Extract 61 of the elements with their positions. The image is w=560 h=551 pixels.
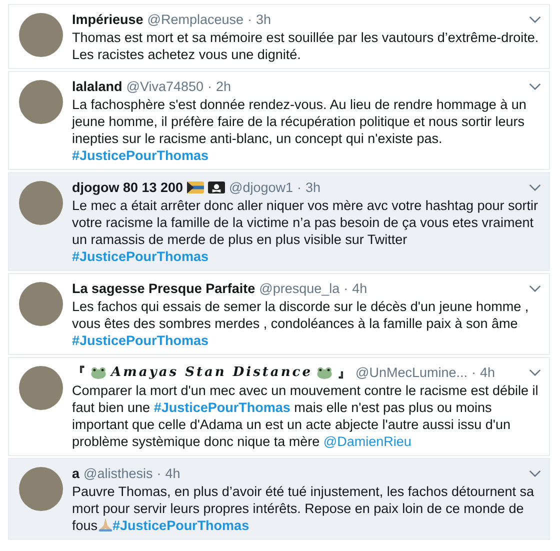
tweet-time[interactable]: 4h: [480, 364, 496, 381]
frog-icon: [316, 366, 334, 379]
avatar-photo-placeholder[interactable]: [19, 13, 63, 57]
chevron-down-icon[interactable]: [529, 470, 541, 477]
display-name[interactable]: 『: [72, 364, 86, 381]
separator-dot: ·: [208, 78, 212, 95]
display-name[interactable]: lalaland: [72, 78, 122, 95]
avatar-photo-placeholder[interactable]: [19, 80, 63, 124]
tweet-text: Le mec a était arrêter donc aller niquer vos mère avc votre hashtag pour sortir votre racisme la famille de la victime n’a pas besoin de ça vous etes vraiment un ramassis de merde de plus en plus visible sur Twitter #JusticePourThomas: [72, 197, 539, 265]
tweet-time[interactable]: 4h: [352, 280, 368, 297]
avatar-photo-placeholder[interactable]: [19, 181, 63, 225]
user-handle[interactable]: @alisthesis: [84, 465, 153, 482]
flag-icon: [187, 181, 204, 194]
mention-link[interactable]: @DamienRieu: [323, 434, 412, 449]
user-handle[interactable]: @Remplaceuse: [147, 11, 244, 28]
tweet-time[interactable]: 2h: [216, 78, 232, 95]
tweet-card[interactable]: [8, 172, 550, 271]
hashtag-link[interactable]: #JusticePourThomas: [72, 148, 209, 163]
tweet-card[interactable]: [8, 273, 550, 355]
display-name[interactable]: djogow 80 13 200: [72, 179, 184, 196]
avatar-photo-placeholder[interactable]: [19, 467, 63, 511]
tweet-time[interactable]: 3h: [256, 11, 272, 28]
separator-dot: ·: [344, 280, 348, 297]
tweet-card[interactable]: a @alisthesis · 4h Pauvre Thomas, en plus d’avoir été tué injustement, les fachos détournent sa mort pour servir leurs propres intérêts. Repose en paix loin de ce monde de fous #JusticePourThomas: [8, 458, 550, 540]
user-handle[interactable]: @UnMecLumine...: [355, 364, 468, 381]
user-handle[interactable]: @Viva74850: [126, 78, 204, 95]
separator-dot: ·: [471, 364, 476, 381]
hashtag-link[interactable]: #JusticePourThomas: [72, 333, 209, 348]
pirate-flag-icon: [208, 181, 226, 194]
display-name[interactable]: Impérieuse: [72, 11, 144, 28]
tweet-card[interactable]: [8, 71, 550, 170]
chevron-down-icon[interactable]: [529, 83, 541, 90]
tweet-time[interactable]: 3h: [306, 179, 321, 196]
chevron-down-icon[interactable]: [529, 16, 541, 23]
frog-icon: [90, 366, 107, 379]
tweet-card[interactable]: Impérieuse @Remplaceuse · 3h Thomas est mort et sa mémoire est souillée par les vautours d’extrême-droite. Les racistes achetez vous une dignité.: [8, 4, 550, 69]
tweet-card[interactable]: [8, 357, 550, 456]
tweet-text: Les fachos qui essais de semer la discorde sur le décès d'un jeune homme , vous êtes des sombres merdes , condoléances à la famille paix à son âme #JusticePourThomas: [72, 298, 530, 349]
tweet-time[interactable]: 4h: [165, 465, 180, 482]
separator-dot: ·: [297, 179, 302, 196]
tweet-text: Comparer la mort d'un mec avec un mouvement contre le racisme est débile il faut bien une #JusticePourThomas mais elle n'est pas plus ou moins important que celle d'Adama un est un acte abjecte l'autre aussi issu d'un problème systèmique donc nique ta mère @DamienRieu: [72, 382, 540, 450]
hashtag-link[interactable]: #JusticePourThomas: [72, 249, 209, 264]
display-name[interactable]: Amayas Stan Distance: [111, 364, 312, 381]
chevron-down-icon[interactable]: [529, 369, 541, 376]
chevron-down-icon[interactable]: [529, 184, 541, 191]
avatar-photo-placeholder[interactable]: [19, 366, 63, 410]
praying-hands-icon: [98, 517, 113, 532]
separator-dot: ·: [156, 465, 162, 482]
separator-dot: ·: [248, 11, 252, 28]
tweet-text: Pauvre Thomas, en plus d’avoir été tué injustement, les fachos détournent sa mort pour servir leurs propres intérêts. Repose en paix loin de ce monde de fous #JusticePourThomas: [72, 483, 536, 534]
display-name[interactable]: La sagesse Presque Parfaite: [72, 280, 256, 297]
tweet-text: La fachosphère s'est donnée rendez-vous. Au lieu de rendre hommage à un jeune homme, il préfère faire de la récupération politique et nous sortir leurs inepties sur le racisme anti-blanc, un concept qui n'existe pas. #JusticePourThomas: [72, 96, 528, 164]
avatar-photo-placeholder[interactable]: [19, 282, 63, 326]
tweet-text: Thomas est mort et sa mémoire est souillée par les vautours d’extrême-droite. Les racistes achetez vous une dignité.: [72, 29, 540, 63]
user-handle[interactable]: @presque_la: [259, 280, 340, 297]
user-handle[interactable]: @djogow1: [229, 179, 294, 196]
display-name[interactable]: 』: [337, 364, 352, 381]
display-name[interactable]: a: [72, 465, 80, 482]
hashtag-link[interactable]: #JusticePourThomas: [154, 400, 290, 415]
hashtag-link[interactable]: #JusticePourThomas: [112, 518, 250, 533]
chevron-down-icon[interactable]: [529, 285, 541, 292]
